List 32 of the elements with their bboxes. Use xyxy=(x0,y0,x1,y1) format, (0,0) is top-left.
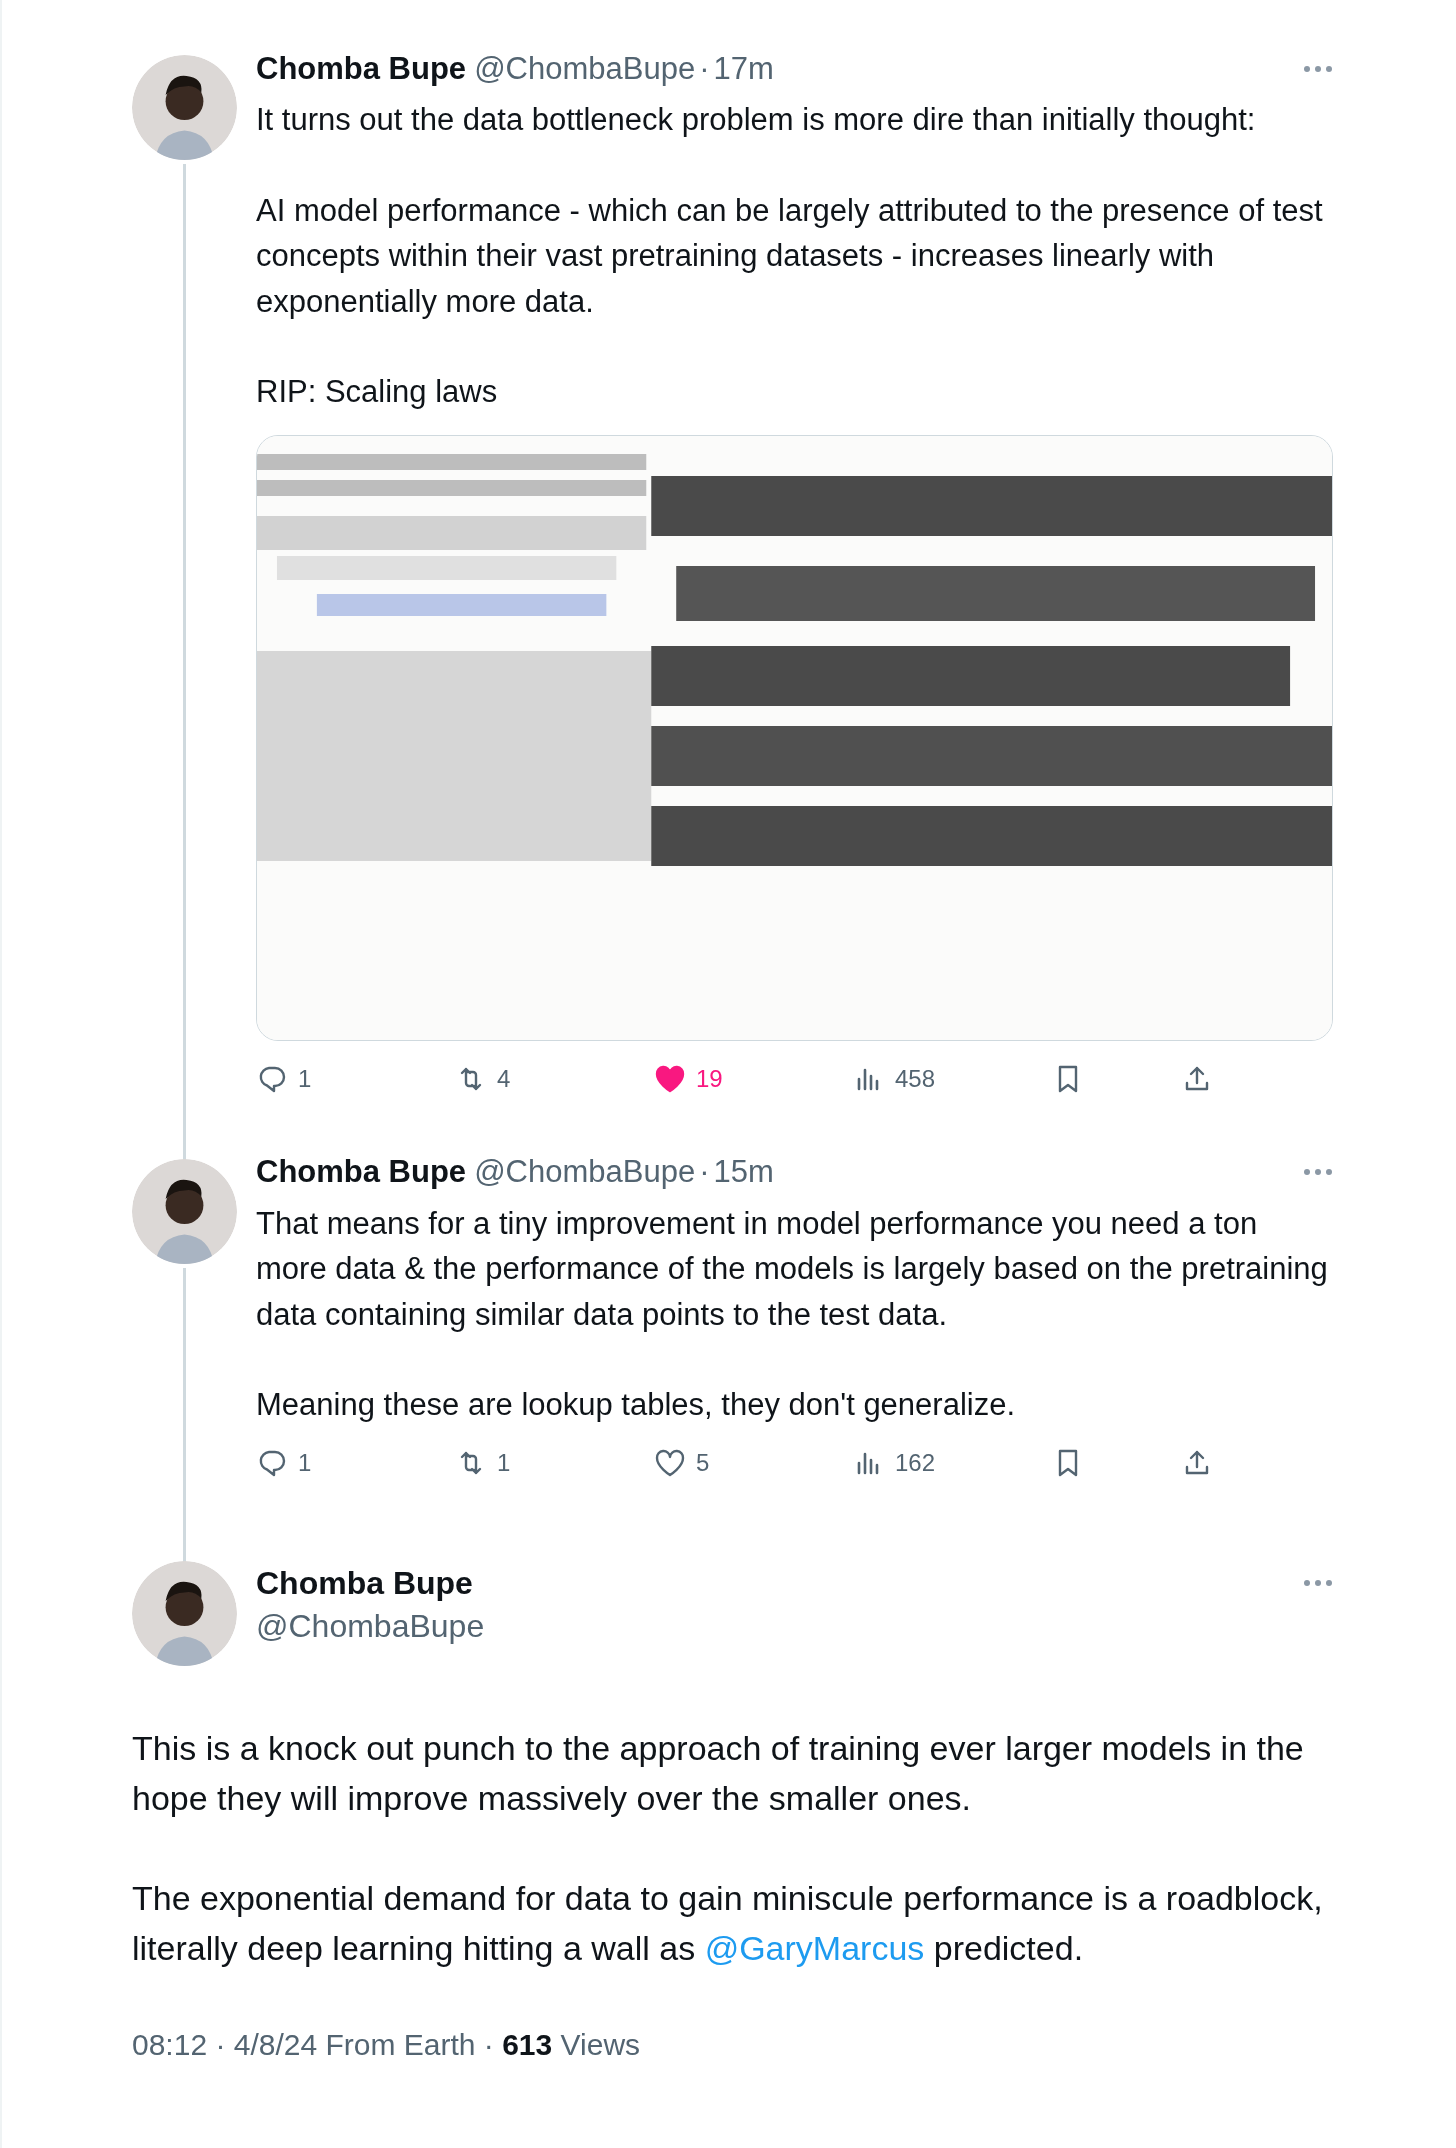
more-icon[interactable] xyxy=(1303,1168,1333,1176)
like-button[interactable]: 19 xyxy=(654,1062,723,1095)
author-handle[interactable]: @ChombaBupe xyxy=(474,1154,696,1190)
post-time[interactable]: 15m xyxy=(713,1154,774,1190)
post-text: It turns out the data bottleneck problem is more dire than initially thought: xyxy=(256,101,1257,139)
separator-dot: · xyxy=(699,1154,710,1190)
avatar[interactable] xyxy=(132,1560,237,1666)
reply-button[interactable]: 1 xyxy=(256,1446,312,1479)
author-handle[interactable]: @ChombaBupe xyxy=(256,1605,1333,1646)
author-name[interactable]: Chomba Bupe xyxy=(256,1560,473,1606)
author-handle[interactable]: @ChombaBupe xyxy=(474,50,696,87)
separator-dot: · xyxy=(699,50,710,87)
post-time[interactable]: 17m xyxy=(713,50,774,87)
reply-button[interactable]: 1 xyxy=(256,1062,312,1095)
more-icon[interactable] xyxy=(1303,64,1333,73)
avatar[interactable] xyxy=(132,1158,237,1264)
post-metadata: 08:12 · 4/8/24 From Earth · 613 Views xyxy=(132,2026,642,2063)
like-button[interactable]: 5 xyxy=(654,1446,710,1479)
views-button[interactable]: 162 xyxy=(853,1446,936,1479)
post-text: RIP: Scaling laws xyxy=(256,373,499,411)
post-text: AI model performance - which can be largely attributed to the presence of test concepts within their vast pretraining datasets - increases linearly with exponentially more data. xyxy=(256,191,1324,321)
more-icon[interactable] xyxy=(1303,1579,1333,1587)
repost-button[interactable]: 1 xyxy=(455,1446,511,1479)
repost-button[interactable]: 4 xyxy=(455,1062,511,1095)
post-text: This is a knock out punch to the approach of training ever larger models in the hope they will improve massively over the smaller ones. xyxy=(132,1727,1305,1819)
views-button[interactable]: 458 xyxy=(853,1062,936,1095)
post-text: That means for a tiny improvement in model performance you need a ton more data & the performance of the models is largely based on the pretraining data containing similar data points to the test data. xyxy=(256,1204,1329,1334)
post-text: The exponential demand for data to gain miniscule performance is a roadblock, literally deep learning hitting a wall as @GaryMarcus predicted. xyxy=(132,1877,1324,1969)
author-name[interactable]: Chomba Bupe xyxy=(256,50,467,87)
avatar[interactable] xyxy=(132,55,237,160)
author-name[interactable]: Chomba Bupe xyxy=(256,1154,467,1190)
post-text: Meaning these are lookup tables, they don't generalize. xyxy=(256,1386,1017,1424)
